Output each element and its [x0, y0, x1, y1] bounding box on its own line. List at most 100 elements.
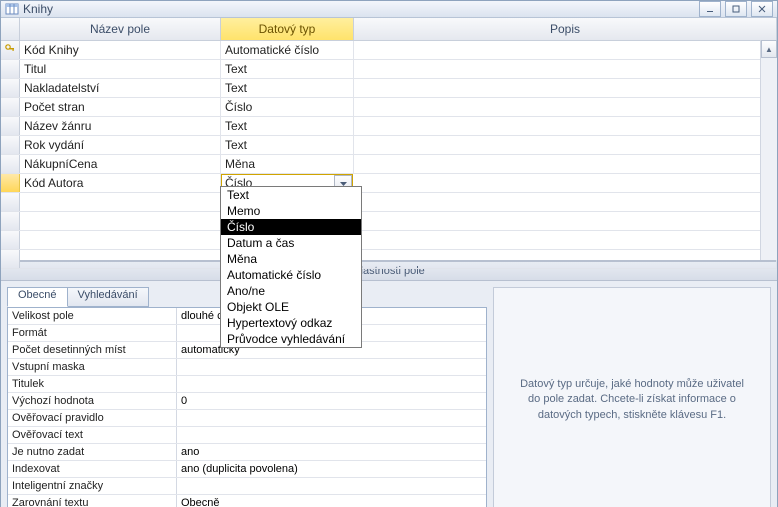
- property-name: Formát: [8, 325, 177, 341]
- vertical-scrollbar[interactable]: ▲: [760, 40, 777, 260]
- field-row[interactable]: Počet stranČíslo: [1, 98, 777, 117]
- row-selector[interactable]: [1, 98, 20, 116]
- tab-general[interactable]: Obecné: [7, 287, 68, 307]
- row-selector[interactable]: [1, 41, 20, 59]
- field-type-cell[interactable]: Číslo: [221, 98, 354, 116]
- scroll-up[interactable]: ▲: [761, 40, 777, 58]
- datatype-option[interactable]: Průvodce vyhledávání: [221, 331, 361, 347]
- field-desc-cell[interactable]: [354, 41, 777, 59]
- property-value[interactable]: ano: [177, 444, 486, 460]
- table-icon: [5, 2, 19, 16]
- field-desc-cell[interactable]: [354, 193, 777, 211]
- property-row[interactable]: Inteligentní značky: [8, 478, 486, 495]
- field-name-cell[interactable]: [20, 212, 221, 230]
- row-selector[interactable]: [1, 193, 20, 211]
- property-name: Inteligentní značky: [8, 478, 177, 494]
- property-row[interactable]: Zarovnání textuObecně: [8, 495, 486, 507]
- property-value[interactable]: [177, 427, 486, 443]
- field-type-cell[interactable]: Měna: [221, 155, 354, 173]
- property-value[interactable]: [177, 376, 486, 392]
- row-selector[interactable]: [1, 231, 20, 249]
- field-row[interactable]: Kód AutoraČíslo: [1, 174, 777, 193]
- row-selector[interactable]: [1, 174, 20, 192]
- row-selector[interactable]: [1, 155, 20, 173]
- grid-header: Název pole Datový typ Popis: [1, 18, 777, 41]
- field-name-cell[interactable]: [20, 193, 221, 211]
- field-name-cell[interactable]: Název žánru: [20, 117, 221, 135]
- field-desc-cell[interactable]: [354, 155, 777, 173]
- property-value[interactable]: [177, 359, 486, 375]
- field-name-cell[interactable]: Nakladatelství: [20, 79, 221, 97]
- property-row[interactable]: Indexovatano (duplicita povolena): [8, 461, 486, 478]
- field-row[interactable]: TitulText: [1, 60, 777, 79]
- field-desc-cell[interactable]: [354, 231, 777, 249]
- field-desc-cell[interactable]: [354, 250, 777, 268]
- field-desc-cell[interactable]: [354, 60, 777, 78]
- row-selector[interactable]: [1, 212, 20, 230]
- field-name-cell[interactable]: NákupníCena: [20, 155, 221, 173]
- field-name-cell[interactable]: Titul: [20, 60, 221, 78]
- field-row[interactable]: Rok vydáníText: [1, 136, 777, 155]
- property-row[interactable]: Ověřovací pravidlo: [8, 410, 486, 427]
- maximize-button[interactable]: [725, 1, 747, 17]
- property-value[interactable]: [177, 410, 486, 426]
- help-panel: Datový typ určuje, jaké hodnoty může uži…: [493, 287, 771, 507]
- field-name-cell[interactable]: Počet stran: [20, 98, 221, 116]
- property-row[interactable]: Výchozí hodnota0: [8, 393, 486, 410]
- field-desc-cell[interactable]: [354, 117, 777, 135]
- field-name-cell[interactable]: [20, 231, 221, 249]
- field-row[interactable]: NákupníCenaMěna: [1, 155, 777, 174]
- field-desc-cell[interactable]: [354, 98, 777, 116]
- datatype-option[interactable]: Hypertextový odkaz: [221, 315, 361, 331]
- datatype-option[interactable]: Měna: [221, 251, 361, 267]
- property-value[interactable]: [177, 478, 486, 494]
- col-header-name[interactable]: Název pole: [20, 18, 221, 40]
- row-selector[interactable]: [1, 136, 20, 154]
- property-row[interactable]: Je nutno zadatano: [8, 444, 486, 461]
- property-value[interactable]: Obecně: [177, 495, 486, 507]
- close-button[interactable]: [751, 1, 773, 17]
- datatype-option[interactable]: Text: [221, 187, 361, 203]
- field-name-cell[interactable]: [20, 250, 221, 268]
- row-selector[interactable]: [1, 250, 20, 268]
- field-row-empty[interactable]: [1, 250, 777, 269]
- field-desc-cell[interactable]: [354, 212, 777, 230]
- row-selector[interactable]: [1, 117, 20, 135]
- field-type-cell[interactable]: Automatické číslo: [221, 41, 354, 59]
- field-type-cell[interactable]: Text: [221, 79, 354, 97]
- selector-header[interactable]: [1, 18, 20, 40]
- datatype-dropdown[interactable]: TextMemoČísloDatum a časMěnaAutomatické …: [220, 186, 362, 348]
- row-selector[interactable]: [1, 79, 20, 97]
- property-row[interactable]: Ověřovací text: [8, 427, 486, 444]
- field-row[interactable]: Název žánruText: [1, 117, 777, 136]
- property-row[interactable]: Vstupní maska: [8, 359, 486, 376]
- field-desc-cell[interactable]: [354, 136, 777, 154]
- field-desc-cell[interactable]: [354, 79, 777, 97]
- datatype-option[interactable]: Memo: [221, 203, 361, 219]
- property-value[interactable]: ano (duplicita povolena): [177, 461, 486, 477]
- datatype-option[interactable]: Automatické číslo: [221, 267, 361, 283]
- field-row-empty[interactable]: [1, 212, 777, 231]
- tab-lookup[interactable]: Vyhledávání: [67, 287, 149, 307]
- field-name-cell[interactable]: Kód Autora: [20, 174, 221, 192]
- col-header-desc[interactable]: Popis: [354, 18, 777, 40]
- datatype-option[interactable]: Číslo: [221, 219, 361, 235]
- field-desc-cell[interactable]: [353, 174, 777, 192]
- col-header-type[interactable]: Datový typ: [221, 18, 354, 40]
- field-row[interactable]: Kód KnihyAutomatické číslo: [1, 41, 777, 60]
- field-name-cell[interactable]: Kód Knihy: [20, 41, 221, 59]
- field-row-empty[interactable]: [1, 193, 777, 212]
- field-type-cell[interactable]: Text: [221, 136, 354, 154]
- field-row-empty[interactable]: [1, 231, 777, 250]
- field-name-cell[interactable]: Rok vydání: [20, 136, 221, 154]
- datatype-option[interactable]: Ano/ne: [221, 283, 361, 299]
- field-type-cell[interactable]: Text: [221, 60, 354, 78]
- property-value[interactable]: 0: [177, 393, 486, 409]
- row-selector[interactable]: [1, 60, 20, 78]
- field-type-cell[interactable]: Text: [221, 117, 354, 135]
- minimize-button[interactable]: [699, 1, 721, 17]
- datatype-option[interactable]: Datum a čas: [221, 235, 361, 251]
- property-row[interactable]: Titulek: [8, 376, 486, 393]
- field-row[interactable]: NakladatelstvíText: [1, 79, 777, 98]
- datatype-option[interactable]: Objekt OLE: [221, 299, 361, 315]
